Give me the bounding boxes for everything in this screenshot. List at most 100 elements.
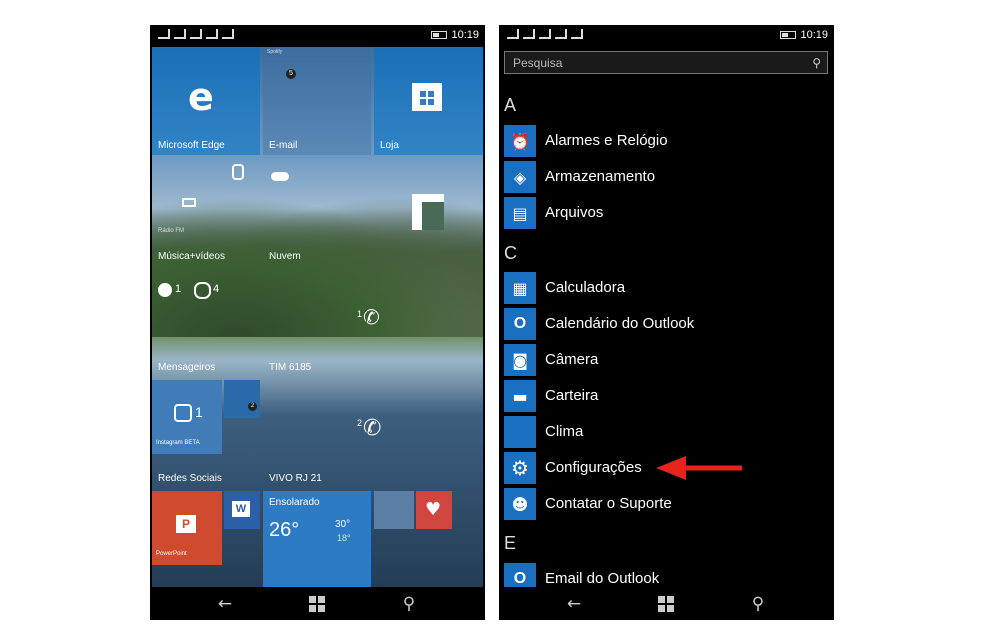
instagram-count: 1 bbox=[195, 404, 203, 420]
tile-label: Redes Sociais bbox=[158, 473, 222, 484]
search-icon[interactable]: ⚲ bbox=[400, 595, 418, 613]
email-badge: 5 bbox=[286, 69, 296, 79]
signal-icons bbox=[158, 29, 234, 39]
tile-label: TIM 6185 bbox=[269, 362, 312, 373]
status-bar: 10:19 bbox=[499, 25, 834, 45]
app-label: Configurações bbox=[545, 459, 642, 476]
back-icon[interactable]: ← bbox=[216, 595, 234, 613]
app-carteira[interactable]: ▬ Carteira bbox=[504, 380, 824, 412]
app-alarmes-e-relogio[interactable]: ⏰ Alarmes e Relógio bbox=[504, 125, 824, 157]
status-time: 10:19 bbox=[451, 29, 479, 41]
back-icon[interactable]: ← bbox=[565, 595, 583, 613]
app-label: Câmera bbox=[545, 351, 599, 368]
app-label: Armazenamento bbox=[545, 168, 656, 185]
start-tiles: e Microsoft Edge Spotify 5 E-mail Loja R… bbox=[152, 47, 483, 587]
tile-word[interactable]: W bbox=[224, 491, 260, 529]
search-icon: ⚲ bbox=[812, 56, 821, 70]
nav-bar: ← ⚲ bbox=[499, 587, 834, 620]
nav-bar: ← ⚲ bbox=[150, 587, 485, 620]
support-icon: ☻ bbox=[504, 488, 536, 520]
tile-messengers[interactable]: 1 4 Mensageiros bbox=[152, 269, 260, 377]
app-label: Contatar o Suporte bbox=[545, 495, 672, 512]
signal-icons bbox=[507, 29, 583, 39]
heart-icon: ♥ bbox=[425, 499, 442, 520]
section-letter-e[interactable]: E bbox=[504, 533, 516, 554]
tile-vivo[interactable]: 2 ✆ VIVO RJ 21 bbox=[263, 380, 483, 488]
app-label: Alarmes e Relógio bbox=[545, 132, 668, 149]
radio-icon bbox=[182, 198, 196, 207]
mic-icon bbox=[232, 164, 244, 180]
app-calculadora[interactable]: ▦ Calculadora bbox=[504, 272, 824, 304]
tile-email[interactable]: Spotify 5 E-mail bbox=[263, 47, 371, 155]
tile-label: Música+vídeos bbox=[158, 251, 225, 262]
weather-low: 18° bbox=[337, 533, 351, 543]
windows-icon[interactable] bbox=[657, 595, 675, 613]
status-bar: 10:19 bbox=[150, 25, 485, 45]
phone-icon: ✆ bbox=[363, 416, 382, 441]
tile-label: VIVO RJ 21 bbox=[269, 473, 322, 484]
phone-start-screen: 10:19 e Microsoft Edge Spotify 5 E-mail … bbox=[150, 25, 485, 620]
instagram-label: Instagram BETA bbox=[156, 440, 200, 446]
tile-music-videos[interactable]: Rádio FM Música+vídeos bbox=[152, 158, 260, 266]
wallet-icon: ▬ bbox=[504, 380, 536, 412]
phone-app-list: 10:19 Pesquisa ⚲ A ⏰ Alarmes e Relógio ◈… bbox=[499, 25, 834, 620]
status-time: 10:19 bbox=[800, 29, 828, 41]
app-label: Carteira bbox=[545, 387, 599, 404]
store-icon bbox=[412, 83, 442, 111]
section-letter-a[interactable]: A bbox=[504, 95, 516, 116]
camera-icon: ◙ bbox=[504, 344, 536, 376]
search-input[interactable]: Pesquisa ⚲ bbox=[504, 51, 828, 74]
storage-icon: ◈ bbox=[504, 161, 536, 193]
twitter-tile: 2 bbox=[224, 380, 260, 418]
battery-icon bbox=[431, 31, 447, 39]
section-letter-c[interactable]: C bbox=[504, 243, 517, 264]
instagram-icon bbox=[174, 404, 192, 422]
app-armazenamento[interactable]: ◈ Armazenamento bbox=[504, 161, 824, 193]
tile-people[interactable] bbox=[374, 491, 414, 529]
app-icon bbox=[412, 194, 444, 230]
app-camera[interactable]: ◙ Câmera bbox=[504, 344, 824, 376]
tile-cloud[interactable]: Nuvem bbox=[263, 158, 371, 266]
radio-label: Rádio FM bbox=[158, 228, 185, 234]
outlook-calendar-icon: O bbox=[504, 308, 536, 340]
gear-icon: ⚙ bbox=[504, 452, 536, 484]
tile-microsoft-edge[interactable]: e Microsoft Edge bbox=[152, 47, 260, 155]
weather-temp: 26° bbox=[269, 519, 300, 541]
tim-count: 1 bbox=[357, 309, 363, 319]
tile-social[interactable]: 1 Instagram BETA 2 Redes Sociais bbox=[152, 380, 260, 488]
app-label: Arquivos bbox=[545, 204, 604, 221]
tile-label: Loja bbox=[380, 140, 399, 151]
messenger-count: 1 bbox=[175, 283, 182, 295]
app-arquivos[interactable]: ▤ Arquivos bbox=[504, 197, 824, 229]
powerpoint-icon: P bbox=[176, 515, 196, 533]
tile-label: Microsoft Edge bbox=[158, 140, 225, 151]
tile-weather[interactable]: Ensolarado 26° 30° 18° bbox=[263, 491, 371, 587]
cloud-icon bbox=[271, 172, 289, 181]
tile-pinned-app[interactable] bbox=[374, 158, 483, 266]
tile-tim[interactable]: 1 ✆ TIM 6185 bbox=[263, 269, 483, 377]
instagram-tile: 1 Instagram BETA bbox=[152, 380, 222, 454]
vivo-count: 2 bbox=[357, 418, 363, 428]
app-contatar-o-suporte[interactable]: ☻ Contatar o Suporte bbox=[504, 488, 824, 520]
calculator-icon: ▦ bbox=[504, 272, 536, 304]
weather-condition: Ensolarado bbox=[269, 497, 320, 508]
tile-powerpoint[interactable]: P PowerPoint bbox=[152, 491, 222, 565]
tile-health[interactable]: ♥ bbox=[416, 491, 452, 529]
app-clima[interactable]: Clima bbox=[504, 416, 824, 448]
weather-high: 30° bbox=[335, 519, 351, 530]
app-calendario-do-outlook[interactable]: O Calendário do Outlook bbox=[504, 308, 824, 340]
email-header: Spotify bbox=[267, 49, 283, 55]
tile-store[interactable]: Loja bbox=[374, 47, 483, 155]
voicemail-icon: ✆ bbox=[363, 305, 380, 329]
alarm-clock-icon: ⏰ bbox=[504, 125, 536, 157]
search-placeholder: Pesquisa bbox=[513, 56, 563, 70]
tile-label: Nuvem bbox=[269, 251, 301, 262]
windows-icon[interactable] bbox=[308, 595, 326, 613]
word-icon: W bbox=[232, 501, 250, 517]
search-icon[interactable]: ⚲ bbox=[749, 595, 767, 613]
files-icon: ▤ bbox=[504, 197, 536, 229]
app-label: Calendário do Outlook bbox=[545, 315, 695, 332]
app-label: Email do Outlook bbox=[545, 570, 660, 587]
whatsapp-icon bbox=[194, 282, 211, 299]
app-label: Calculadora bbox=[545, 279, 626, 296]
